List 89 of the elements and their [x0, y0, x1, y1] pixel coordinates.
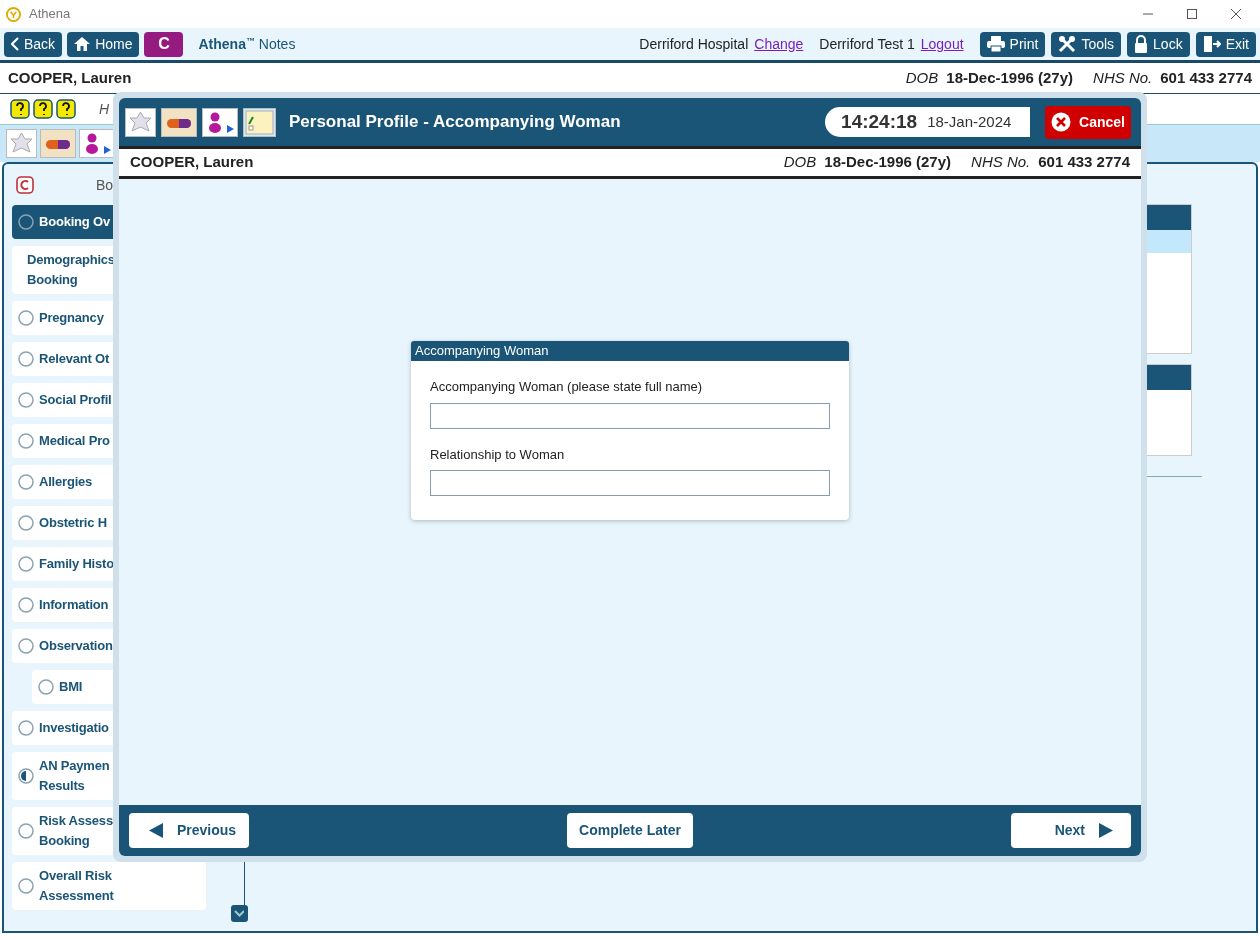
sidebar-item-label: Observation — [39, 637, 113, 655]
home-help-icon[interactable] — [33, 99, 53, 119]
field-label: Relationship to Woman — [430, 445, 566, 464]
capsule-icon[interactable] — [40, 129, 76, 158]
sidebar-item-label: Medical Pro — [39, 432, 110, 450]
sidebar-item-label: Pregnancy — [39, 309, 104, 327]
empty-circle-icon — [18, 310, 34, 326]
complete-later-button[interactable]: Complete Later — [567, 813, 693, 848]
empty-circle-icon — [18, 433, 34, 449]
empty-circle-icon — [18, 556, 34, 572]
sidebar-item-label: Allergies — [39, 473, 93, 491]
sidebar-item-label: Booking Ov — [39, 213, 110, 231]
logout-link[interactable]: Logout — [920, 33, 964, 55]
dialog-title: Personal Profile - Accompanying Woman — [289, 111, 621, 134]
exit-icon — [1202, 35, 1221, 53]
input-field[interactable] — [430, 402, 830, 429]
previous-button[interactable]: Previous — [129, 813, 249, 848]
sidebar-item-label: Risk Assess Booking — [39, 812, 113, 850]
next-button[interactable]: Next — [1011, 813, 1131, 848]
patient-name: COOPER, Lauren — [8, 67, 132, 88]
user-name: Derriford Test 1 — [819, 34, 915, 54]
close-icon[interactable] — [1230, 8, 1242, 20]
empty-circle-icon — [18, 474, 34, 490]
sidebar-title: Bo — [96, 175, 114, 195]
nhs-label: NHS No. — [1093, 67, 1153, 88]
print-button[interactable]: Print — [979, 31, 1046, 57]
sidebar-item-label: Family Histo — [39, 555, 114, 573]
chevron-left-icon — [11, 37, 19, 51]
patient-name: COOPER, Lauren — [130, 152, 254, 173]
empty-circle-icon — [18, 597, 34, 613]
tools-icon — [1058, 35, 1077, 53]
app-brand: Athena$^{™}$ Notes — [198, 34, 296, 54]
empty-circle-icon — [18, 392, 34, 408]
sidebar-item[interactable]: Overall Risk Assessment — [12, 862, 206, 910]
dob-label: DOB — [905, 67, 939, 88]
tools-button[interactable]: Tools — [1051, 31, 1122, 57]
empty-circle-icon — [18, 720, 34, 736]
sidebar-item-label: Investigatio — [39, 719, 109, 737]
triangle-left-icon — [149, 823, 163, 838]
change-link[interactable]: Change — [754, 33, 804, 55]
empty-circle-icon — [18, 515, 34, 531]
triangle-right-icon — [1099, 823, 1113, 838]
app-logo-icon — [6, 6, 21, 22]
field-label: Accompanying Woman (please state full name) — [430, 378, 704, 396]
window-title: Athena — [29, 5, 71, 24]
nhs-value: 601 433 2774 — [1160, 67, 1252, 88]
home-icon — [74, 37, 91, 51]
sidebar-item-label: Overall Risk Assessment — [39, 867, 114, 905]
sidebar-item-label: AN Paymen Results — [39, 757, 110, 795]
sidebar-item-label: BMI — [59, 678, 83, 696]
empty-circle-icon — [18, 878, 34, 894]
sidebar-item-label: Demographics Booking — [27, 251, 115, 289]
section-title: Accompanying Woman — [411, 341, 849, 361]
sidebar-item-label: Social Profil — [39, 391, 112, 409]
lock-button[interactable]: Lock — [1127, 31, 1190, 57]
home-button[interactable]: Home — [67, 31, 140, 57]
dob-value: 18-Dec-1996 (27y) — [824, 152, 952, 173]
hospital-name: Derriford Hospital — [639, 34, 749, 54]
sidebar-item-label: Information — [39, 596, 109, 614]
empty-circle-icon — [18, 823, 34, 839]
clock-time: 14:24:18 — [841, 109, 918, 134]
c-button[interactable]: C — [144, 31, 184, 57]
exit-button[interactable]: Exit — [1195, 31, 1256, 57]
help-icon[interactable] — [56, 99, 76, 119]
c-logo-icon — [16, 176, 34, 194]
capsule-icon[interactable] — [161, 107, 197, 137]
maximize-icon[interactable] — [1186, 8, 1198, 20]
empty-circle-icon — [18, 351, 34, 367]
empty-circle-icon — [18, 214, 34, 230]
back-button[interactable]: Back — [4, 31, 63, 57]
notepad-icon[interactable] — [243, 107, 276, 137]
empty-circle-icon — [18, 638, 34, 654]
subheader-text: H — [99, 99, 110, 119]
nhs-value: 601 433 2774 — [1038, 152, 1130, 173]
printer-icon — [986, 36, 1005, 52]
cancel-button[interactable]: Cancel — [1045, 105, 1131, 139]
input-field[interactable] — [430, 470, 830, 496]
empty-circle-icon — [38, 679, 54, 695]
nhs-label: NHS No. — [971, 152, 1031, 173]
dob-value: 18-Dec-1996 (27y) — [946, 67, 1074, 88]
list-help-icon[interactable] — [10, 99, 30, 119]
clock-date: 18-Jan-2024 — [927, 111, 1012, 132]
chevron-down-icon[interactable] — [231, 905, 248, 922]
sidebar-item-label: Obstetric H — [39, 514, 107, 532]
dob-label: DOB — [783, 152, 817, 173]
close-circle-icon — [1051, 112, 1072, 132]
half-circle-icon — [18, 768, 34, 784]
sidebar-item-label: Relevant Ot — [39, 350, 110, 368]
lock-icon — [1134, 35, 1149, 53]
